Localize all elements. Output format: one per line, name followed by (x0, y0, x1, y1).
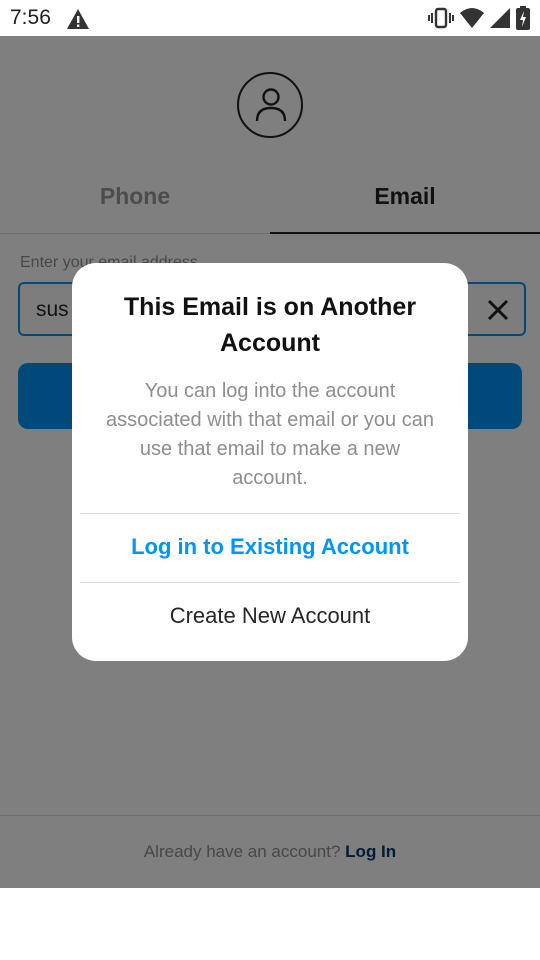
battery-charging-icon (516, 6, 530, 30)
bottom-blank-area (0, 888, 540, 960)
status-icons (428, 6, 530, 30)
vibrate-icon (428, 7, 454, 29)
dialog-title: This Email is on Another Account (123, 293, 417, 357)
warning-icon (66, 8, 90, 30)
dialog-divider (80, 513, 460, 514)
login-existing-account-button[interactable]: Log in to Existing Account (80, 532, 460, 562)
wifi-icon (460, 7, 484, 29)
dialog-divider (80, 582, 460, 583)
email-conflict-dialog: This Email is on Another Account You can… (72, 263, 468, 661)
status-bar: 7:56 (0, 0, 540, 36)
dialog-message: You can log into the account associated … (106, 380, 434, 489)
create-new-account-button[interactable]: Create New Account (80, 601, 460, 631)
status-time: 7:56 (10, 6, 51, 29)
cell-signal-icon (490, 7, 510, 29)
